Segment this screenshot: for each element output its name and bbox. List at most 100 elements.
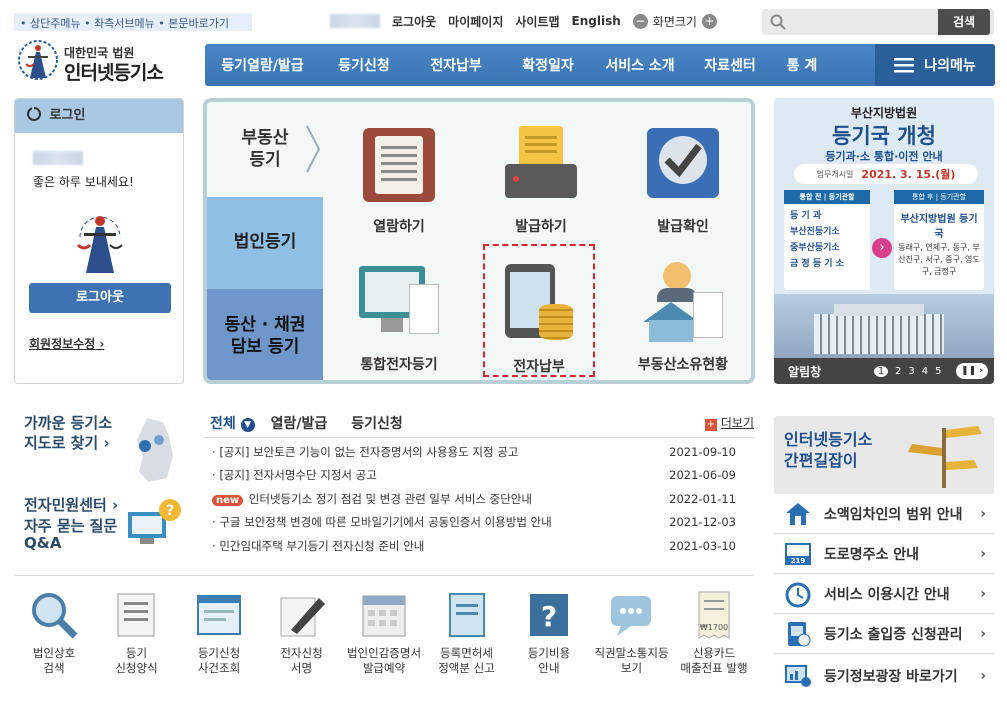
guide-banner[interactable]: 인터넷등기소 간편길잡이 [774,416,994,494]
service-property-status[interactable]: 부동산소유현황 [619,262,747,374]
map-link[interactable]: 가까운 등기소 지도로 찾기 › [24,414,112,453]
nav-item-statistics[interactable]: 통 계 [772,55,832,75]
quick-license-tax[interactable]: 등록면허세 정액분 신고 [427,590,507,685]
signpost-icon [908,426,982,488]
nav-item-view-issue[interactable]: 등기열람/발급 [205,55,320,75]
zoom-out-icon[interactable]: − [632,13,648,29]
service-issue[interactable]: 발급하기 [477,124,605,236]
my-menu-label: 나의메뉴 [924,58,976,74]
notice-banner[interactable]: 부산지방법원 등기국 개청 등기과·소 통합·이전 안내 업무개시일 2021.… [774,98,994,384]
question-doc-icon: ? [524,590,574,640]
quick-application-forms[interactable]: 등기 신청양식 [97,590,177,685]
quick-links: 법인상호 검색 등기 신청양식 등기신청 사건조회 전자신청 서명 법인인감증명… [14,590,754,685]
more-link[interactable]: + 더보기 [704,414,754,431]
search-button[interactable]: 검색 [938,9,990,35]
news-item[interactable]: new 인터넷등기소 정기 점검 및 변경 관련 일부 서비스 중단안내 2022… [212,487,736,511]
news-item[interactable]: · 민간임대주택 부기등기 전자신청 준비 안내 2021-03-10 [212,534,736,558]
banner-title1: 부산지방법원 [850,106,918,120]
page-5[interactable]: 5 [935,366,941,377]
window-icon [194,590,244,640]
page-2[interactable]: 2 [895,366,901,377]
news-list: · [공지] 보안토큰 기능이 없는 전자증명서의 사용용도 지정 공고 2021… [204,438,754,558]
zoom-in-icon[interactable]: + [701,13,717,29]
svg-text:219: 219 [791,557,806,565]
zoom-control: − 화면크기 + [632,13,717,30]
category-movable[interactable]: 동산 · 채권 담보 등기 [207,289,323,380]
skip-links[interactable]: • 상단주메뉴 • 좌측서브메뉴 • 본문바로가기 [14,13,252,31]
link-service-hours[interactable]: 서비스 이용시간 안내 › [774,574,994,614]
quick-seal-certificate[interactable]: 법인인감증명서 발급예약 [344,590,424,685]
logout-button[interactable]: 로그아웃 [29,283,171,313]
hamburger-icon [894,58,915,73]
faq-link[interactable]: 자주 묻는 질문 Q&A [24,518,117,551]
link-road-address[interactable]: 219 도로명주소 안내 › [774,534,994,574]
main-nav: 등기열람/발급 등기신청 전자납부 확정일자 서비스 소개 자료센터 통 계 나… [205,44,995,86]
logo-line2: 인터넷등기소 [64,62,164,84]
page-4[interactable]: 4 [922,366,928,377]
document-view-icon [359,124,439,206]
tab-view-issue[interactable]: 열람/발급 [271,413,328,433]
service-verify[interactable]: 발급확인 [619,124,747,236]
banner-date-box: 업무개시일 2021. 3. 15.(월) [794,164,978,184]
member-info-link[interactable]: 회원정보수정 › [29,335,104,352]
court-emblem-icon [18,40,58,80]
banner-after-box: 통합 후 | 등기관할 부산지방법원 등기국 동래구, 연제구, 동구, 부산진… [894,190,984,290]
service-view[interactable]: 열람하기 [335,124,463,236]
tab-apply[interactable]: 등기신청 [351,413,403,433]
road-sign-icon: 219 [785,543,811,565]
nav-item-apply[interactable]: 등기신청 [320,55,408,75]
tab-all[interactable]: 전체 ▼ [204,413,255,433]
banner-before-box: 통합 전 | 등기관할 등 기 과 부산진등기소 중부산등기소 금 정 등 기 … [784,190,870,290]
news-item[interactable]: · [공지] 보안토큰 기능이 없는 전자증명서의 사용용도 지정 공고 2021… [212,440,736,464]
my-menu-button[interactable]: 나의메뉴 [875,44,995,86]
receipt-icon: ₩1700 [689,590,739,640]
quick-card-receipt[interactable]: ₩1700 신용카드 매출전표 발행 [674,590,754,685]
e-civil-center-link[interactable]: 전자민원센터 › [24,494,118,515]
quick-fee-guide[interactable]: ? 등기비용 안내 [509,590,589,685]
news-item[interactable]: · 구글 보안정책 변경에 따른 모바일기기에서 공동인증서 이용방법 안내 20… [212,511,736,535]
tablet-coins-icon [499,264,579,346]
nav-item-service-intro[interactable]: 서비스 소개 [592,55,688,75]
court-seal-icon [76,216,123,273]
chevron-down-icon: ▼ [240,417,255,432]
category-corporate[interactable]: 법인등기 [207,197,323,289]
faq-monitor-icon: ? [128,499,181,544]
arrow-right-icon: › [872,238,892,258]
quick-cancellation-notice[interactable]: 직권말소통지등 보기 [592,590,672,685]
nav-item-fixed-date[interactable]: 확정일자 [504,55,592,75]
greeting-text: 좋은 하루 보내세요! [33,175,134,189]
nav-item-resources[interactable]: 자료센터 [688,55,772,75]
site-logo[interactable]: 대한민국 법원 인터넷등기소 [14,36,194,90]
logout-link[interactable]: 로그아웃 [392,13,436,30]
house-person-icon [643,262,723,344]
user-name-blurred [330,14,380,28]
login-panel: 로그인 좋은 하루 보내세요! 로그아웃 회원정보수정 › [14,98,184,384]
plus-icon: + [704,419,717,431]
link-registry-info-plaza[interactable]: 등기정보광장 바로가기 › [774,656,994,696]
page-3[interactable]: 3 [908,366,914,377]
pause-icon[interactable]: ❚❚ › [956,363,988,379]
login-title: 로그인 [49,108,86,123]
news-item[interactable]: · [공지] 전자서명수단 지정서 공고 2021-06-09 [212,464,736,488]
court-building-image [774,294,994,358]
form-icon [112,590,162,640]
login-header: 로그인 [15,99,183,133]
pen-icon [277,590,327,640]
service-integrated-e-registry[interactable]: 통합전자등기 [335,262,463,374]
quick-corporate-name-search[interactable]: 법인상호 검색 [14,590,94,685]
link-access-pass[interactable]: 등기소 출입증 신청관리 › [774,614,994,654]
nav-item-payment[interactable]: 전자납부 [408,55,504,75]
monitor-docs-icon [359,262,439,344]
link-small-tenant[interactable]: 소액임차인의 범위 안내 › [774,494,994,534]
left-links: 가까운 등기소 지도로 찾기 › 전자민원센터 › 자주 묻는 질문 Q&A ? [14,410,184,570]
page-1[interactable]: 1 [874,365,888,377]
quick-case-inquiry[interactable]: 등기신청 사건조회 [179,590,259,685]
news-panel: 전체 ▼ 열람/발급 등기신청 + 더보기 · [공지] 보안토큰 기능이 없는 … [204,408,754,573]
quick-e-signature[interactable]: 전자신청 서명 [262,590,342,685]
service-e-payment[interactable]: 전자납부 [483,244,595,377]
magnifier-icon [29,590,79,640]
mypage-link[interactable]: 마이페이지 [448,13,503,30]
english-link[interactable]: English [572,14,621,28]
sitemap-link[interactable]: 사이트맵 [515,13,559,30]
chart-monitor-icon [785,665,811,687]
